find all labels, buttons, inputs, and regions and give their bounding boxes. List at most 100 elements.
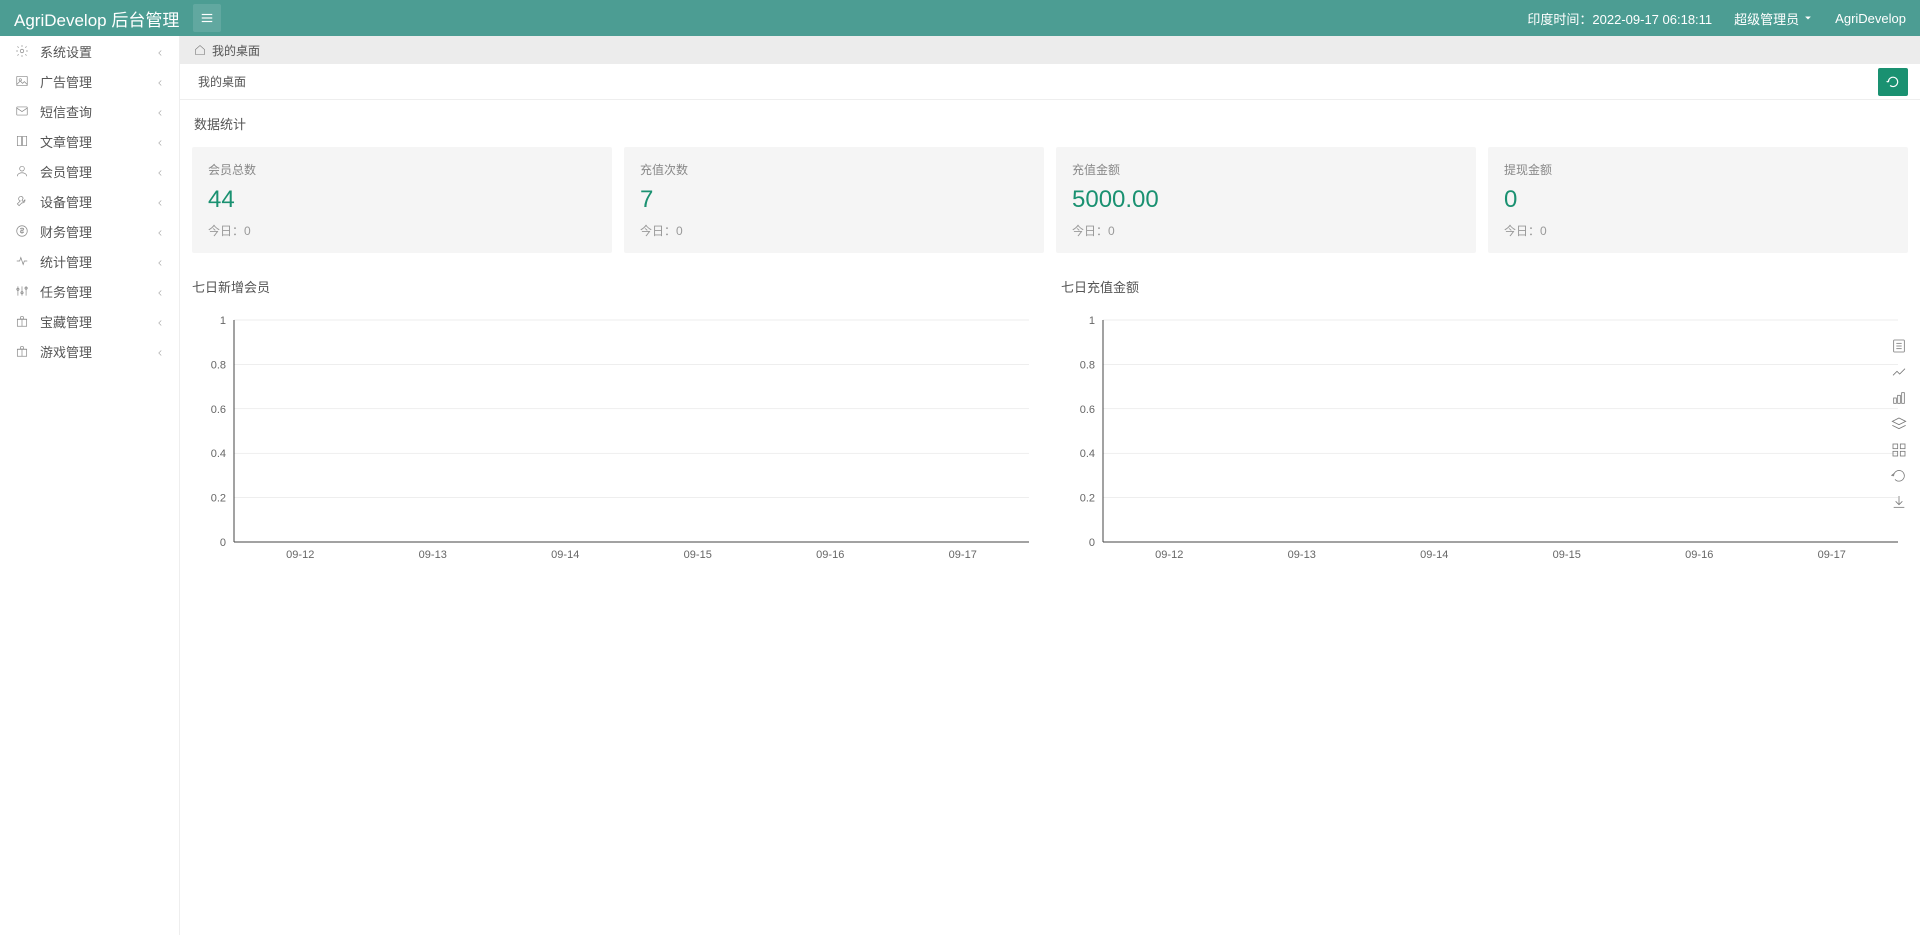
chevron-left-icon [155, 136, 165, 146]
server-time: 印度时间：2022-09-17 06:18:11 [1527, 9, 1712, 28]
svg-text:0.4: 0.4 [211, 448, 226, 460]
sidebar-item-2[interactable]: 短信查询 [0, 96, 179, 126]
user-menu[interactable]: 超级管理员 [1734, 9, 1813, 28]
svg-text:09-14: 09-14 [1420, 549, 1448, 561]
sidebar-item-label: 统计管理 [40, 252, 155, 271]
stat-title: 充值金额 [1072, 161, 1460, 178]
sidebar-item-label: 文章管理 [40, 132, 155, 151]
sidebar-item-label: 广告管理 [40, 72, 155, 91]
svg-text:1: 1 [1089, 315, 1095, 327]
toolbox-download-icon[interactable] [1890, 493, 1908, 511]
toolbox-line-icon[interactable] [1890, 363, 1908, 381]
pulse-icon [14, 253, 30, 269]
chart-members: 00.20.40.60.8109-1209-1309-1409-1509-160… [192, 310, 1039, 570]
home-icon [194, 44, 206, 56]
svg-text:09-13: 09-13 [419, 549, 447, 561]
hamburger-icon [200, 11, 214, 25]
chart-recharge: 00.20.40.60.8109-1209-1309-1409-1509-160… [1061, 310, 1908, 570]
stat-title: 充值次数 [640, 161, 1028, 178]
svg-text:09-16: 09-16 [1685, 549, 1713, 561]
toolbox-restore-icon[interactable] [1890, 467, 1908, 485]
stat-today: 今日：0 [1504, 222, 1892, 239]
sidebar-item-label: 短信查询 [40, 102, 155, 121]
sidebar-item-8[interactable]: 任务管理 [0, 276, 179, 306]
stat-value: 0 [1504, 186, 1892, 214]
svg-text:0: 0 [1089, 537, 1095, 549]
sidebar-item-10[interactable]: 游戏管理 [0, 336, 179, 366]
menu-toggle-button[interactable] [193, 4, 221, 32]
svg-text:0.2: 0.2 [1080, 493, 1095, 505]
sidebar-item-label: 游戏管理 [40, 342, 155, 361]
svg-text:0.4: 0.4 [1080, 448, 1095, 460]
chevron-left-icon [155, 226, 165, 236]
sidebar-item-7[interactable]: 统计管理 [0, 246, 179, 276]
header-bar: AgriDevelop 后台管理 印度时间：2022-09-17 06:18:1… [0, 0, 1920, 36]
chevron-left-icon [155, 286, 165, 296]
tool-icon [14, 193, 30, 209]
stat-today: 今日：0 [1072, 222, 1460, 239]
toolbox-data-view[interactable] [1890, 337, 1908, 355]
chevron-left-icon [155, 316, 165, 326]
svg-text:09-17: 09-17 [1818, 549, 1846, 561]
stats-section-title: 数据统计 [192, 114, 1908, 133]
sidebar-item-label: 财务管理 [40, 222, 155, 241]
stat-value: 5000.00 [1072, 186, 1460, 214]
sidebar-item-label: 任务管理 [40, 282, 155, 301]
app-name-label: AgriDevelop [1835, 11, 1906, 26]
mail-icon [14, 103, 30, 119]
svg-text:0.6: 0.6 [211, 404, 226, 416]
chart-title: 七日新增会员 [192, 277, 1039, 296]
charts-row: 七日新增会员 0 0.2 0.4 0.6 0.8 1 09-12 09-13 09-14 09-1… [192, 277, 1908, 570]
sidebar-item-label: 会员管理 [40, 162, 155, 181]
app-logo: AgriDevelop 后台管理 [14, 6, 179, 31]
svg-text:0.8: 0.8 [1080, 359, 1095, 371]
book-icon [14, 133, 30, 149]
svg-text:09-15: 09-15 [684, 549, 712, 561]
sidebar-item-4[interactable]: 会员管理 [0, 156, 179, 186]
sidebar-item-3[interactable]: 文章管理 [0, 126, 179, 156]
refresh-button[interactable] [1878, 68, 1908, 96]
stat-value: 44 [208, 186, 596, 214]
stat-title: 会员总数 [208, 161, 596, 178]
chart-panel-members: 七日新增会员 00.20.40.60.8109-1209-1309-1409-1… [192, 277, 1039, 570]
sidebar-item-5[interactable]: 设备管理 [0, 186, 179, 216]
stat-card-1: 充值次数7今日：0 [624, 147, 1044, 253]
chart-toolbox [1890, 337, 1908, 511]
stat-today: 今日：0 [208, 222, 596, 239]
user-role-label: 超级管理员 [1734, 9, 1799, 28]
stat-title: 提现金额 [1504, 161, 1892, 178]
chevron-left-icon [155, 166, 165, 176]
refresh-icon [1886, 75, 1900, 89]
sidebar-item-label: 设备管理 [40, 192, 155, 211]
svg-text:09-16: 09-16 [816, 549, 844, 561]
stats-row: 会员总数 44 今日：0 充值次数7今日：0 充值金额 5000.00 今日：0 提现金额 0 今… [192, 147, 1908, 253]
sidebar-item-6[interactable]: 财务管理 [0, 216, 179, 246]
sidebar-item-1[interactable]: 广告管理 [0, 66, 179, 96]
sidebar-item-0[interactable]: 系统设置 [0, 36, 179, 66]
sidebar: 系统设置广告管理短信查询文章管理会员管理设备管理财务管理统计管理任务管理宝藏管理… [0, 36, 180, 935]
dollar-icon [14, 223, 30, 239]
svg-text:09-17: 09-17 [949, 549, 977, 561]
main-area: 我的桌面 我的桌面 数据统计 会员总数44今日：0充值次数7今日：0充值金额50… [180, 36, 1920, 935]
stat-card-0: 会员总数 44 今日：0 [192, 147, 612, 253]
chevron-left-icon [155, 346, 165, 356]
toolbox-bar-icon[interactable] [1890, 389, 1908, 407]
svg-text:0.8: 0.8 [211, 359, 226, 371]
gear-icon [14, 43, 30, 59]
stat-card-3: 提现金额 0 今日：0 [1488, 147, 1908, 253]
sidebar-item-9[interactable]: 宝藏管理 [0, 306, 179, 336]
tab-current[interactable]: 我的桌面 [192, 73, 252, 90]
svg-text:09-12: 09-12 [286, 549, 314, 561]
svg-text:1: 1 [220, 315, 226, 327]
sliders-icon [14, 283, 30, 299]
toolbox-tiled-icon[interactable] [1890, 441, 1908, 459]
chevron-left-icon [155, 196, 165, 206]
toolbox-stack-icon[interactable] [1890, 415, 1908, 433]
svg-text:09-14: 09-14 [551, 549, 579, 561]
svg-text:09-15: 09-15 [1553, 549, 1581, 561]
svg-text:0.2: 0.2 [211, 493, 226, 505]
content-area: 数据统计 会员总数44今日：0充值次数7今日：0充值金额5000.00今日：0提… [180, 100, 1920, 935]
gift-icon [14, 343, 30, 359]
chart-title: 七日充值金额 [1061, 277, 1908, 296]
stat-card-2: 充值金额 5000.00 今日：0 [1056, 147, 1476, 253]
